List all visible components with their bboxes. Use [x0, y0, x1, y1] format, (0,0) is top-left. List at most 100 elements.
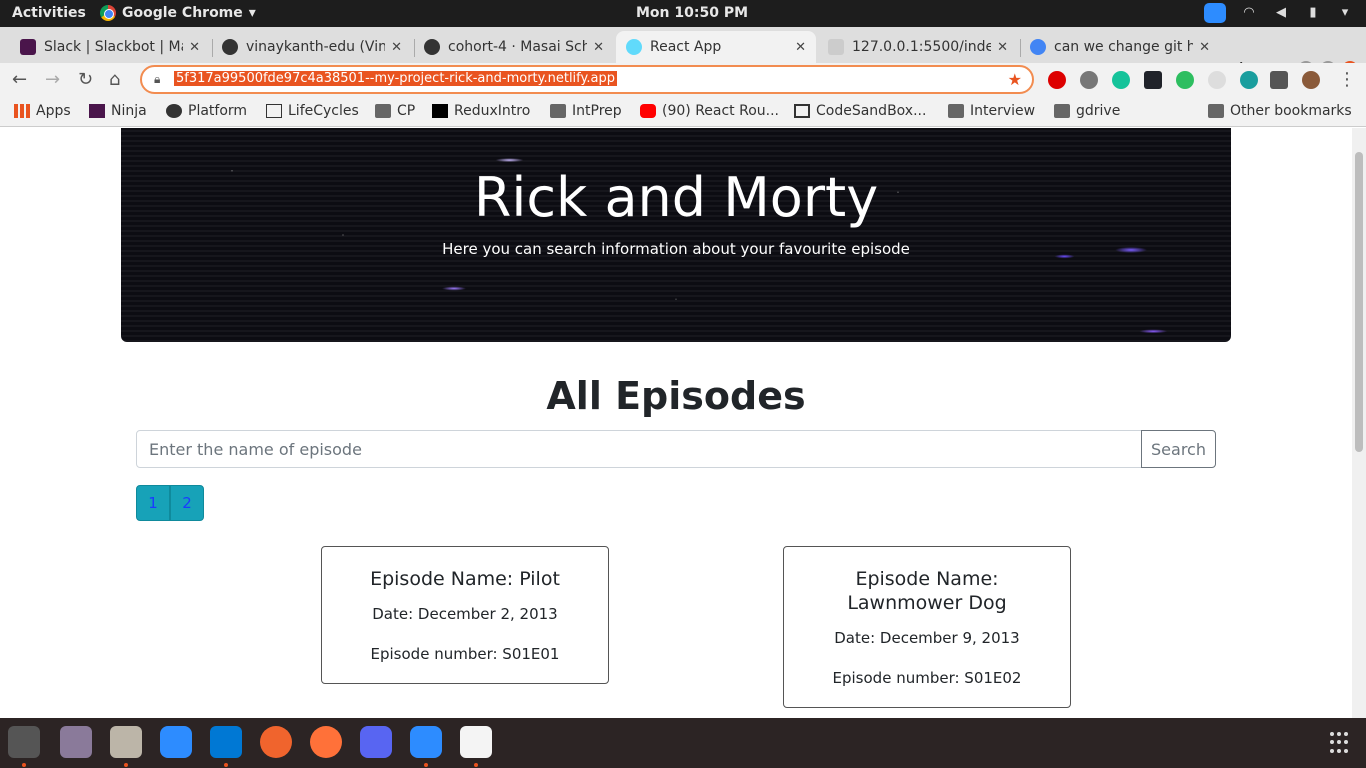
discord-icon[interactable]	[360, 726, 392, 758]
hero-banner: Rick and Morty Here you can search infor…	[121, 128, 1231, 342]
page-icon	[828, 39, 844, 55]
folder-icon	[1208, 104, 1224, 118]
tab-github-profile[interactable]: vinaykanth-edu (Vin ✕	[212, 31, 412, 63]
bookmark-other[interactable]: Other bookmarks	[1208, 103, 1352, 119]
lock-icon[interactable]: 🔒︎	[154, 72, 160, 87]
react-devtools-icon[interactable]	[1144, 71, 1162, 89]
files-icon[interactable]	[110, 726, 142, 758]
home-icon[interactable]: ⌂	[109, 69, 120, 90]
firefox-icon[interactable]	[310, 726, 342, 758]
close-icon[interactable]: ✕	[593, 40, 604, 55]
chrome-icon[interactable]	[8, 726, 40, 758]
bookmark-label: gdrive	[1076, 103, 1121, 119]
puzzle-icon[interactable]	[1270, 71, 1288, 89]
bookmark-react-router[interactable]: (90) React Rou...	[640, 103, 779, 119]
react-icon	[626, 39, 642, 55]
tab-strip: Slack | Slackbot | Ma ✕ vinaykanth-edu (…	[0, 27, 1366, 82]
book-icon	[266, 104, 282, 118]
episode-card[interactable]: Episode Name: Pilot Date: December 2, 20…	[321, 546, 609, 684]
adblock-icon[interactable]	[1048, 71, 1066, 89]
bookmark-label: IntPrep	[572, 103, 622, 119]
postman-icon[interactable]	[260, 726, 292, 758]
url-text[interactable]: 5f317a99500fde97c4a38501--my-project-ric…	[174, 71, 617, 86]
grammarly-icon[interactable]	[1112, 71, 1130, 89]
bookmark-platform[interactable]: Platform	[166, 103, 247, 119]
bookmark-codesandbox[interactable]: CodeSandBox...	[794, 103, 926, 119]
address-bar[interactable]: 🔒︎ 5f317a99500fde97c4a38501--my-project-…	[140, 65, 1034, 94]
text-editor-icon[interactable]	[460, 726, 492, 758]
browser-toolbar: ← → ↻ ⌂ 🔒︎ 5f317a99500fde97c4a38501--my-…	[0, 63, 1366, 97]
bookmark-reduxintro[interactable]: ReduxIntro	[432, 103, 530, 119]
close-icon[interactable]: ✕	[997, 40, 1008, 55]
running-indicator	[124, 763, 128, 767]
episode-name: Episode Name: Pilot	[370, 568, 560, 590]
episode-number: Episode number: S01E02	[832, 669, 1022, 687]
tab-react-app[interactable]: React App ✕	[616, 31, 816, 63]
settings-gear-icon[interactable]	[1080, 71, 1098, 89]
tab-github-cohort[interactable]: cohort-4 · Masai Sch ✕	[414, 31, 614, 63]
bookmark-gdrive[interactable]: gdrive	[1054, 103, 1120, 119]
folder-icon	[1054, 104, 1070, 118]
scrollbar-thumb[interactable]	[1355, 152, 1363, 452]
bookmark-interview[interactable]: Interview	[948, 103, 1035, 119]
avatar[interactable]	[1302, 71, 1320, 89]
bookmark-intprep[interactable]: IntPrep	[550, 103, 622, 119]
app-menu[interactable]: Google Chrome ▾	[100, 5, 256, 21]
back-arrow-icon[interactable]: ←	[12, 69, 27, 90]
hero-title: Rick and Morty	[473, 166, 879, 229]
close-icon[interactable]: ✕	[795, 40, 806, 55]
zoom-tray-icon[interactable]	[1204, 3, 1226, 23]
search-button[interactable]: Search	[1141, 430, 1216, 468]
show-apps-icon[interactable]	[1330, 732, 1352, 754]
tab-localhost[interactable]: 127.0.0.1:5500/index ✕	[818, 31, 1018, 63]
close-icon[interactable]: ✕	[189, 40, 200, 55]
tab-google-search[interactable]: can we change git h ✕	[1020, 31, 1220, 63]
caret-down-icon: ▾	[248, 5, 256, 21]
reload-icon[interactable]: ↻	[78, 69, 93, 90]
pagination: 1 2	[136, 485, 204, 521]
episode-card[interactable]: Episode Name: Lawnmower Dog Date: Decemb…	[783, 546, 1071, 708]
vscode-icon[interactable]	[210, 726, 242, 758]
bookmark-lifecycles[interactable]: LifeCycles	[266, 103, 359, 119]
episode-name: Episode Name: Lawnmower Dog	[847, 568, 1007, 614]
bookmark-label: Ninja	[111, 103, 147, 119]
extension-icon[interactable]	[1208, 71, 1226, 89]
tab-slack[interactable]: Slack | Slackbot | Ma ✕	[10, 31, 210, 63]
page-1-button[interactable]: 1	[136, 485, 170, 521]
chrome-icon	[100, 5, 116, 21]
bookmark-ninja[interactable]: Ninja	[89, 103, 147, 119]
screenshot-icon[interactable]	[60, 726, 92, 758]
system-tray[interactable]: ◠ ◀ ▮ ▾	[1204, 3, 1354, 23]
extension-icon[interactable]	[1240, 71, 1258, 89]
activities-button[interactable]: Activities	[12, 5, 86, 21]
bookmark-star-icon[interactable]: ★	[1008, 70, 1022, 89]
wifi-icon[interactable]: ◠	[1240, 4, 1258, 22]
forward-arrow-icon[interactable]: →	[45, 69, 60, 90]
running-indicator	[22, 763, 26, 767]
more-vert-icon[interactable]: ⋮	[1338, 69, 1356, 90]
page-2-button[interactable]: 2	[170, 485, 204, 521]
evernote-icon[interactable]	[1176, 71, 1194, 89]
tab-title: Slack | Slackbot | Ma	[44, 39, 184, 55]
dock	[0, 718, 1366, 768]
clock[interactable]: Mon 10:50 PM	[636, 5, 748, 21]
bookmark-label: Other bookmarks	[1230, 103, 1352, 119]
running-indicator	[424, 763, 428, 767]
close-icon[interactable]: ✕	[391, 40, 402, 55]
zoom-icon[interactable]	[160, 726, 192, 758]
bookmarks-bar: Apps Ninja Platform LifeCycles CP ReduxI…	[0, 97, 1366, 127]
zoom-icon[interactable]	[410, 726, 442, 758]
tab-title: React App	[650, 39, 722, 55]
github-icon	[222, 39, 238, 55]
close-icon[interactable]: ✕	[1199, 40, 1210, 55]
folder-icon	[550, 104, 566, 118]
bookmark-cp[interactable]: CP	[375, 103, 415, 119]
search-input[interactable]	[136, 430, 1142, 468]
slack-icon	[20, 39, 36, 55]
page-scrollbar[interactable]	[1352, 128, 1366, 718]
bookmark-label: ReduxIntro	[454, 103, 531, 119]
volume-icon[interactable]: ◀	[1272, 4, 1290, 22]
bookmark-apps[interactable]: Apps	[14, 103, 71, 119]
battery-icon[interactable]: ▮	[1304, 4, 1322, 22]
chevron-down-icon[interactable]: ▾	[1336, 4, 1354, 22]
